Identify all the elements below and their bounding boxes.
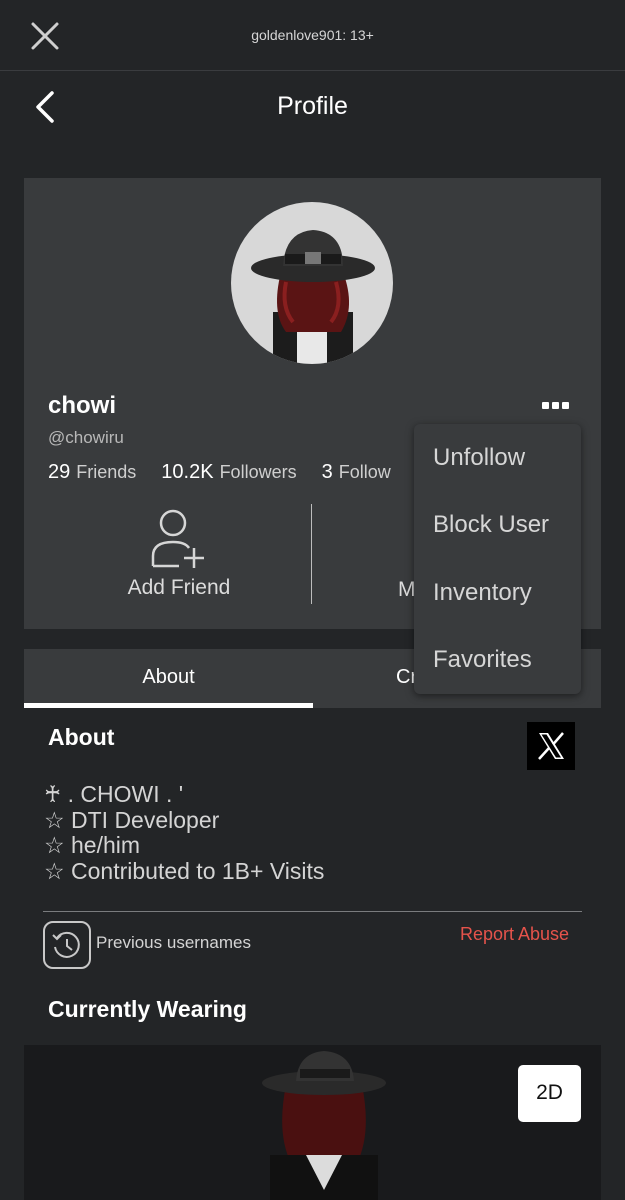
avatar-image (251, 230, 375, 364)
history-icon[interactable] (43, 921, 91, 969)
bio-text: ♰ . CHOWI . ' ☆ DTI Developer ☆ he/him ☆… (44, 781, 325, 884)
bio-line: ♰ . CHOWI . ' (44, 781, 184, 807)
bio-line: ☆ Contributed to 1B+ Visits (44, 857, 325, 884)
experience-title: goldenlove901: 13+ (251, 27, 374, 43)
menu-item-inventory[interactable]: Inventory (433, 579, 532, 607)
display-name: chowi (48, 392, 117, 419)
add-friend-button[interactable]: Add Friend (104, 508, 254, 608)
previous-usernames-button[interactable]: Previous usernames (96, 933, 251, 953)
friends-label[interactable]: Friends (76, 462, 136, 482)
add-friend-icon (151, 509, 204, 568)
page-header: Profile (0, 72, 625, 140)
following-label[interactable]: Follow (339, 462, 391, 482)
report-abuse-link[interactable]: Report Abuse (460, 924, 569, 945)
tab-about-indicator (24, 703, 313, 708)
profile-options-menu: Unfollow Block User Inventory Favorites (414, 424, 581, 694)
avatar-preview: 2D (24, 1045, 601, 1200)
friends-count[interactable]: 29 (48, 461, 70, 483)
about-divider (43, 911, 582, 912)
followers-count[interactable]: 10.2K (161, 461, 213, 483)
username: @chowiru (48, 428, 124, 447)
page-title: Profile (277, 92, 348, 120)
following-count[interactable]: 3 (322, 461, 333, 483)
x-logo-icon[interactable] (527, 722, 575, 770)
add-friend-label: Add Friend (127, 576, 231, 599)
menu-item-unfollow[interactable]: Unfollow (433, 444, 525, 472)
bio-line: ☆ DTI Developer (44, 806, 220, 833)
top-bar: goldenlove901: 13+ (0, 0, 625, 71)
message-button-label[interactable]: M (398, 578, 416, 602)
currently-wearing-heading: Currently Wearing (48, 996, 247, 1022)
bio-line: ☆ he/him (44, 832, 141, 858)
menu-item-block-user[interactable]: Block User (433, 511, 549, 539)
action-divider (311, 504, 312, 604)
avatar (231, 202, 393, 364)
avatar-3d-image (262, 1051, 386, 1200)
about-heading: About (48, 724, 115, 750)
tab-about[interactable]: About (24, 649, 313, 708)
followers-label[interactable]: Followers (220, 462, 297, 482)
more-icon[interactable] (542, 396, 572, 409)
menu-item-favorites[interactable]: Favorites (433, 646, 532, 674)
toggle-2d-button[interactable]: 2D (518, 1065, 581, 1122)
profile-stats: 29 Friends 10.2K Followers 3 Follow (48, 461, 411, 484)
